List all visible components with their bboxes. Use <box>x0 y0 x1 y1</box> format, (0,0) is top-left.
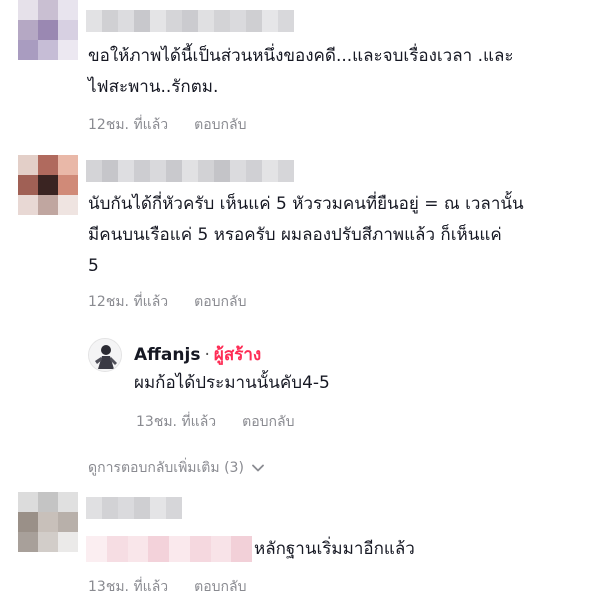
timestamp: 13ชม. ที่แล้ว <box>88 579 169 595</box>
comment-text-line: มีคนบนเรือแค่ 5 หรอครับ ผมลองปรับสีภาพแล… <box>88 225 502 245</box>
reply-author[interactable]: Affanjs <box>134 345 200 365</box>
chevron-down-icon <box>252 464 264 472</box>
reply-button[interactable]: ตอบกลับ <box>242 414 294 430</box>
creator-badge: ผู้สร้าง <box>213 345 262 365</box>
creator-avatar[interactable] <box>88 338 122 372</box>
view-more-label: ดูการตอบกลับเพิ่มเติม (3) <box>88 460 244 476</box>
reply-meta: 13ชม. ที่แล้ว ตอบกลับ <box>136 411 294 433</box>
comment-text: นับกันได้กี่หัวครับ เห็นแค่ 5 หัวรวมคนที… <box>88 189 524 282</box>
username-blurred[interactable] <box>86 10 294 32</box>
avatar[interactable] <box>18 492 78 552</box>
username-blurred[interactable] <box>86 160 294 182</box>
comment-text-line: ไฟสะพาน..รักตม. <box>88 77 219 97</box>
comment-text-line: ขอให้ภาพได้นี้เป็นส่วนหนึ่งของคดี...และจ… <box>88 46 514 66</box>
avatar[interactable] <box>18 0 78 60</box>
timestamp: 13ชม. ที่แล้ว <box>136 414 217 430</box>
blurred-text <box>86 536 252 562</box>
reply-text: ผมก้อได้ประมานนั้นคับ4-5 <box>134 373 330 393</box>
reply-button[interactable]: ตอบกลับ <box>194 579 246 595</box>
creator-avatar-image <box>89 339 121 371</box>
reply-header: Affanjs · ผู้สร้าง <box>134 341 261 368</box>
timestamp: 12ชม. ที่แล้ว <box>88 294 169 310</box>
comment-meta: 12ชม. ที่แล้ว ตอบกลับ <box>88 291 246 313</box>
comment-text-line: นับกันได้กี่หัวครับ เห็นแค่ 5 หัวรวมคนที… <box>88 194 524 214</box>
comment-meta: 12ชม. ที่แล้ว ตอบกลับ <box>88 114 246 136</box>
comment-text: หลักฐานเริ่มมาอีกแล้ว <box>254 539 415 559</box>
reply-button[interactable]: ตอบกลับ <box>194 294 246 310</box>
separator: · <box>204 345 210 365</box>
comment-meta: 13ชม. ที่แล้ว ตอบกลับ <box>88 576 246 598</box>
timestamp: 12ชม. ที่แล้ว <box>88 117 169 133</box>
comment-text-line: 5 <box>88 256 99 276</box>
reply-button[interactable]: ตอบกลับ <box>194 117 246 133</box>
comment-text: ขอให้ภาพได้นี้เป็นส่วนหนึ่งของคดี...และจ… <box>88 41 514 103</box>
avatar[interactable] <box>18 155 78 215</box>
username-blurred[interactable] <box>86 497 182 519</box>
view-more-replies[interactable]: ดูการตอบกลับเพิ่มเติม (3) <box>88 457 264 479</box>
